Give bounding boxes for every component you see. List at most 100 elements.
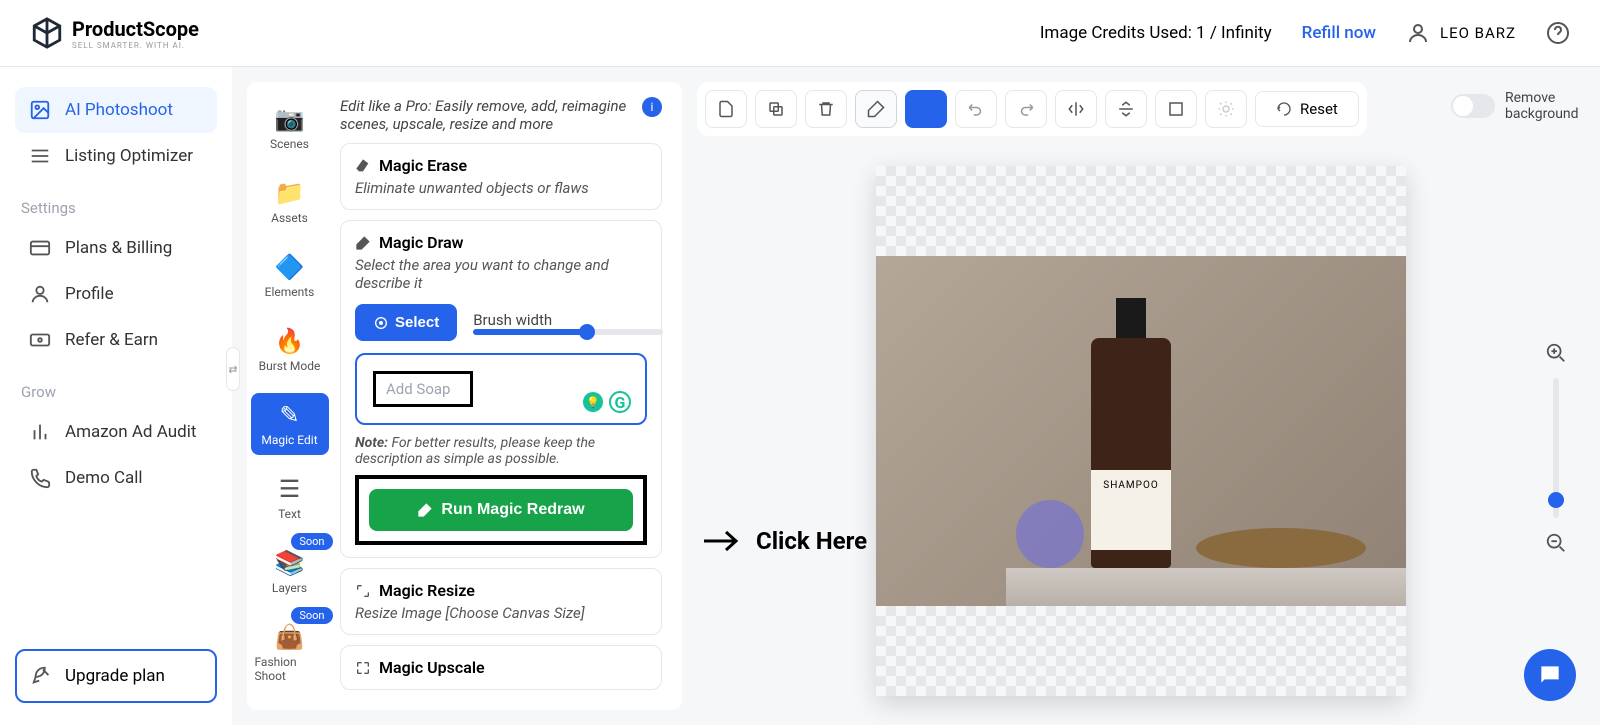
card-title: Magic Resize xyxy=(379,581,475,600)
grammarly-tone-icon[interactable]: 💡 xyxy=(583,392,603,412)
zoom-in-icon[interactable] xyxy=(1545,342,1567,364)
rail-label: Text xyxy=(278,507,301,521)
tb-redo-button[interactable] xyxy=(1005,90,1047,128)
nav-amazon-ad-audit[interactable]: Amazon Ad Audit xyxy=(15,409,217,455)
shapes-icon: 🔷 xyxy=(275,253,305,281)
tb-edit-button[interactable] xyxy=(855,90,897,128)
run-label: Run Magic Redraw xyxy=(441,501,584,519)
rail-label: Elements xyxy=(265,285,315,299)
card-icon xyxy=(29,237,51,259)
nav-refer-earn[interactable]: Refer & Earn xyxy=(15,317,217,363)
canvas-stage[interactable]: SHAMPOO xyxy=(876,166,1406,696)
expand-icon xyxy=(355,583,371,599)
nav-label: Plans & Billing xyxy=(65,238,172,258)
nav-demo-call[interactable]: Demo Call xyxy=(15,455,217,501)
grammarly-badges: 💡 G xyxy=(583,391,631,413)
card-desc: Eliminate unwanted objects or flaws xyxy=(355,179,647,197)
user-menu[interactable]: LEO BARZ xyxy=(1406,21,1516,45)
section-grow: Grow xyxy=(21,383,217,401)
magic-upscale-card[interactable]: Magic Upscale xyxy=(340,645,662,690)
rail-burst-mode[interactable]: 🔥Burst Mode xyxy=(251,319,329,381)
rail-layers[interactable]: Soon📚Layers xyxy=(251,541,329,603)
tb-flip-h-button[interactable] xyxy=(1055,90,1097,128)
soon-badge: Soon xyxy=(291,607,332,624)
brush-width-label: Brush width xyxy=(473,311,663,329)
undo-icon xyxy=(967,100,985,118)
collapse-handle[interactable]: ⇄ xyxy=(226,347,240,391)
nav-label: Profile xyxy=(65,284,114,304)
tb-crop-button[interactable] xyxy=(1155,90,1197,128)
nav-ai-photoshoot[interactable]: AI Photoshoot xyxy=(15,87,217,133)
rocket-icon xyxy=(31,665,53,687)
hair-brush xyxy=(1196,528,1366,568)
refresh-icon xyxy=(1276,101,1292,117)
nav-profile[interactable]: Profile xyxy=(15,271,217,317)
reset-button[interactable]: Reset xyxy=(1255,91,1359,127)
info-icon[interactable]: i xyxy=(642,97,662,117)
profile-icon xyxy=(29,283,51,305)
run-magic-redraw-button[interactable]: Run Magic Redraw xyxy=(369,489,633,531)
folder-icon: 📁 xyxy=(275,179,305,207)
prompt-input[interactable]: Add Soap xyxy=(373,371,473,407)
remove-bg-label: Remove background xyxy=(1505,90,1585,122)
nav-label: AI Photoshoot xyxy=(65,100,173,120)
eraser-icon xyxy=(355,158,371,174)
rail-text[interactable]: ☰Text xyxy=(251,467,329,529)
expand-icon xyxy=(355,660,371,676)
nav-label: Listing Optimizer xyxy=(65,146,193,166)
tb-delete-button[interactable] xyxy=(805,90,847,128)
nav-listing-optimizer[interactable]: Listing Optimizer xyxy=(15,133,217,179)
refill-link[interactable]: Refill now xyxy=(1302,23,1376,43)
chat-fab[interactable] xyxy=(1524,649,1576,701)
brush-width-slider[interactable] xyxy=(473,329,663,335)
nav-label: Demo Call xyxy=(65,468,143,488)
rail-label: Layers xyxy=(272,581,307,595)
wand-icon xyxy=(417,502,433,518)
nav-label: Refer & Earn xyxy=(65,330,158,350)
rail-assets[interactable]: 📁Assets xyxy=(251,171,329,233)
rail-label: Burst Mode xyxy=(259,359,321,373)
canvas-toolbar: Reset xyxy=(697,82,1367,136)
nav-plans-billing[interactable]: Plans & Billing xyxy=(15,225,217,271)
select-button[interactable]: Select xyxy=(355,304,457,341)
product-image[interactable]: SHAMPOO xyxy=(876,256,1406,606)
bag-icon: 👜 xyxy=(275,623,305,651)
grammarly-icon[interactable]: G xyxy=(609,391,631,413)
tb-brightness-button[interactable] xyxy=(1205,90,1247,128)
tb-undo-button[interactable] xyxy=(955,90,997,128)
rail-label: Scenes xyxy=(270,137,309,151)
shelf xyxy=(1006,568,1406,606)
rail-elements[interactable]: 🔷 Elements xyxy=(251,245,329,307)
magic-erase-card[interactable]: Magic Erase Eliminate unwanted objects o… xyxy=(340,143,662,210)
zoom-out-icon[interactable] xyxy=(1545,532,1567,554)
rail-magic-edit[interactable]: ✎Magic Edit xyxy=(251,393,329,455)
trash-icon xyxy=(817,100,835,118)
cash-icon xyxy=(29,329,51,351)
remove-bg-toggle[interactable] xyxy=(1451,94,1495,118)
zoom-controls xyxy=(1545,342,1567,554)
phone-icon xyxy=(29,467,51,489)
rail-fashion-shoot[interactable]: Soon👜Fashion Shoot xyxy=(251,615,329,691)
tb-file-button[interactable] xyxy=(705,90,747,128)
logo[interactable]: ProductScope SELL SMARTER. WITH AI. xyxy=(30,16,199,50)
zoom-slider[interactable] xyxy=(1553,378,1559,518)
upgrade-label: Upgrade plan xyxy=(65,666,165,686)
tb-copy-button[interactable] xyxy=(755,90,797,128)
card-desc: Resize Image [Choose Canvas Size] xyxy=(355,604,647,622)
rail-label: Magic Edit xyxy=(261,433,317,447)
tb-color-button[interactable] xyxy=(905,90,947,128)
brush-icon xyxy=(355,235,371,251)
magic-resize-card[interactable]: Magic Resize Resize Image [Choose Canvas… xyxy=(340,568,662,635)
flip-h-icon xyxy=(1067,100,1085,118)
tb-flip-v-button[interactable] xyxy=(1105,90,1147,128)
prompt-input-container[interactable]: Add Soap 💡 G xyxy=(355,353,647,425)
select-label: Select xyxy=(395,314,439,331)
rail-scenes[interactable]: 📷Scenes xyxy=(251,97,329,159)
note-text: Note: For better results, please keep th… xyxy=(355,435,647,467)
card-title: Magic Draw xyxy=(379,233,464,252)
magic-draw-card: Magic Draw Select the area you want to c… xyxy=(340,220,662,558)
help-icon[interactable] xyxy=(1546,21,1570,45)
reset-label: Reset xyxy=(1300,100,1338,118)
selection-marker[interactable] xyxy=(1016,500,1084,568)
upgrade-button[interactable]: Upgrade plan xyxy=(15,649,217,703)
